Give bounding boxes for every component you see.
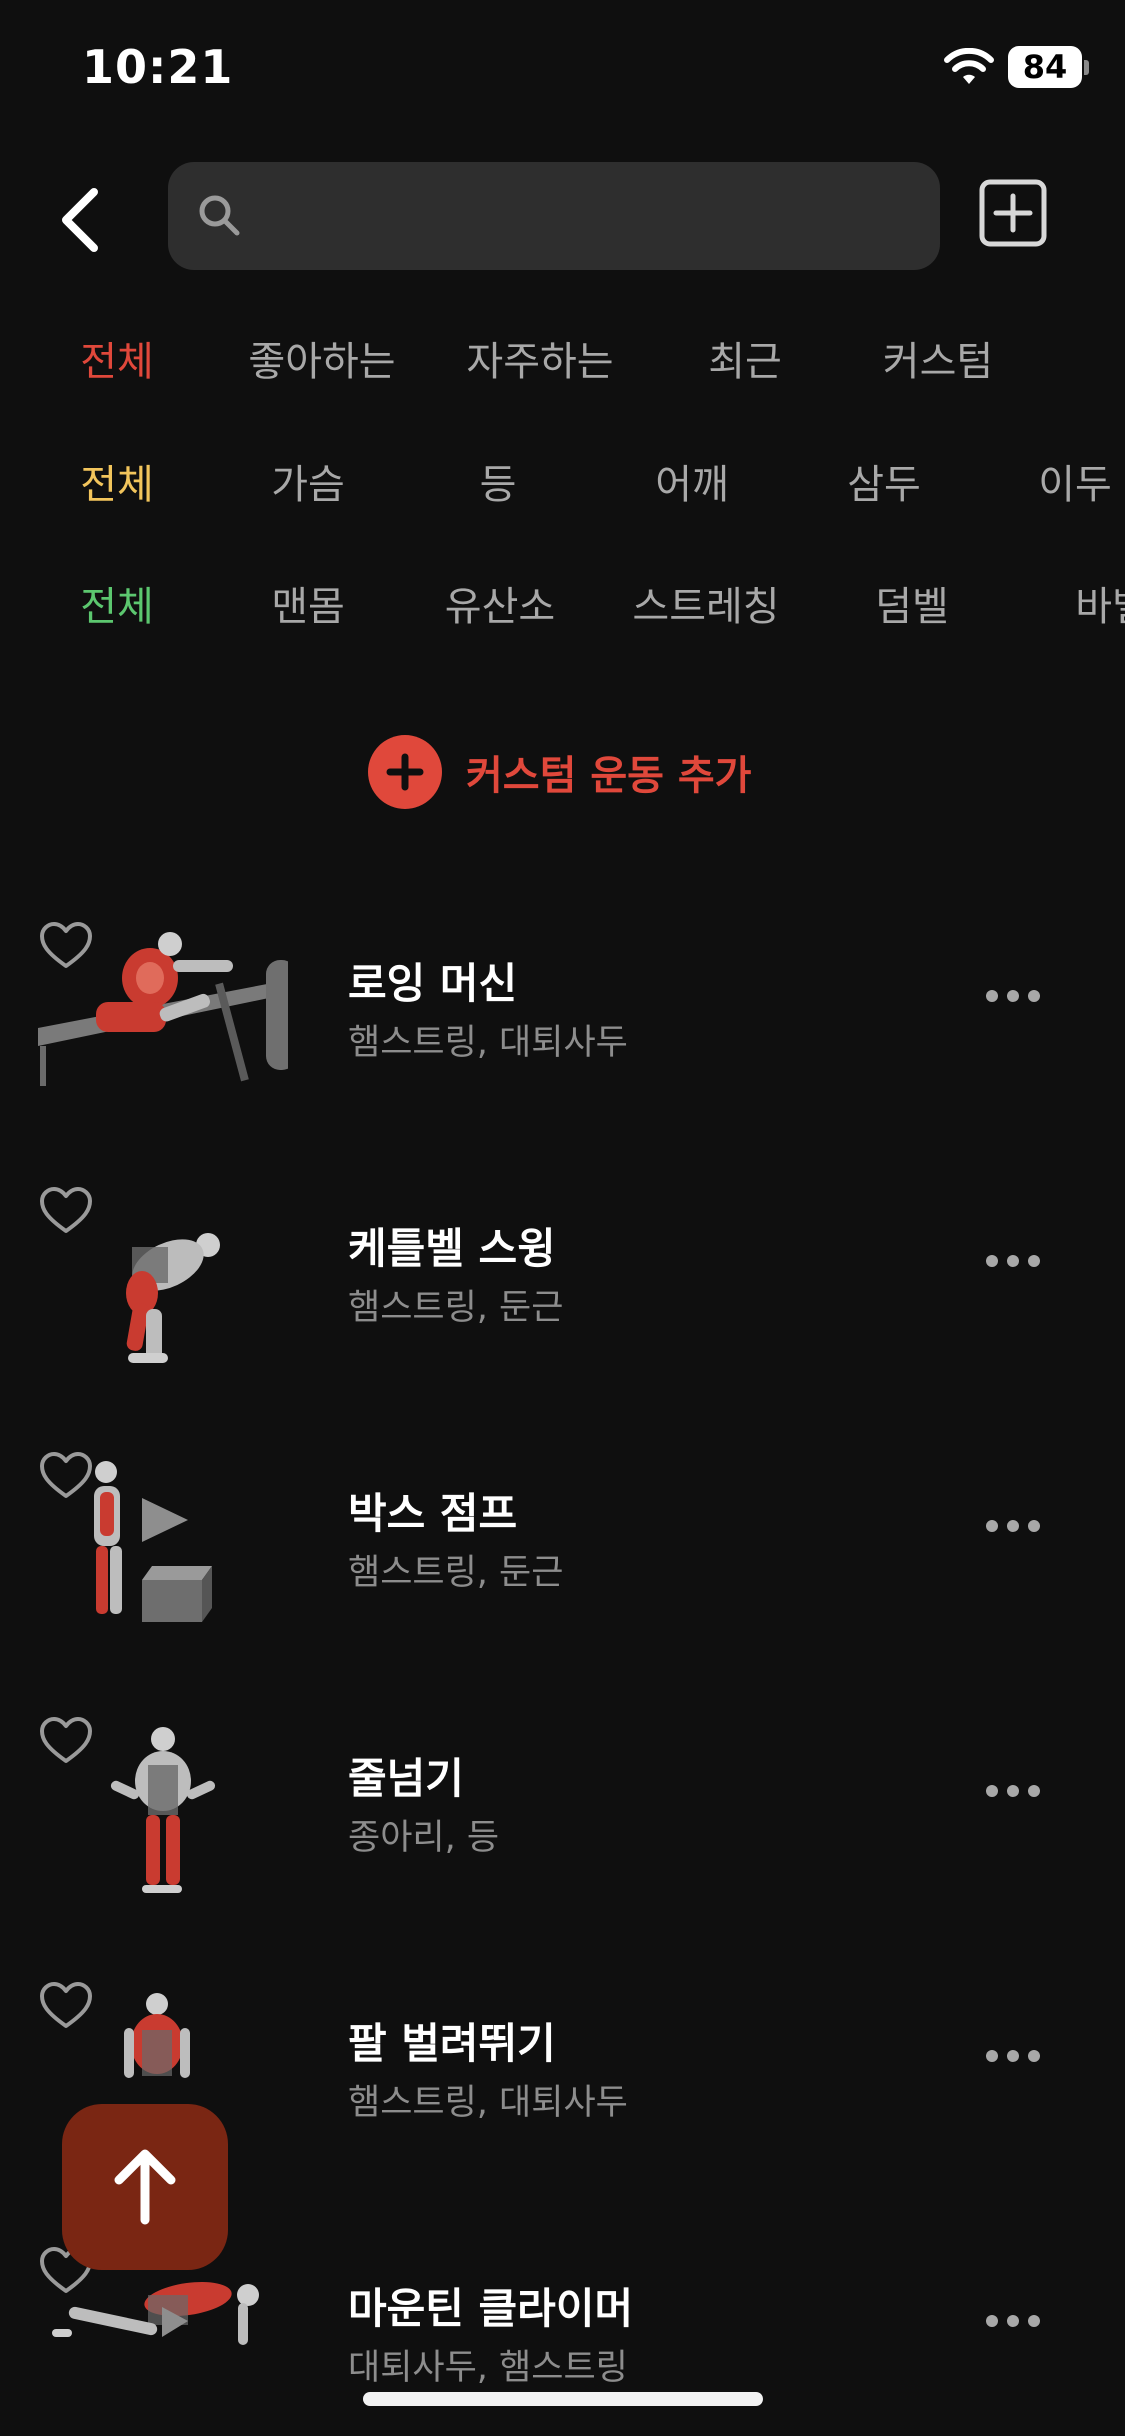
add-custom-exercise-label: 커스텀 운동 추가 — [466, 753, 752, 799]
favorite-heart-icon[interactable] — [38, 1185, 94, 1237]
more-options-icon[interactable] — [984, 1512, 1042, 1540]
filter-chip-all[interactable]: 전체 — [80, 567, 154, 647]
more-options-icon[interactable] — [984, 1777, 1042, 1805]
filter-chip-dumbbell[interactable]: 덤벨 — [875, 567, 949, 647]
list-item[interactable]: 로잉 머신 햄스트링, 대퇴사두 — [0, 920, 1125, 1185]
exercise-muscles: 대퇴사두, 햄스트링 — [348, 2348, 628, 2388]
filter-chip-recent[interactable]: 최근 — [708, 322, 782, 402]
favorite-heart-icon[interactable] — [38, 1980, 94, 2032]
list-item[interactable]: 케틀벨 스윙 햄스트링, 둔근 — [0, 1185, 1125, 1450]
status-time: 10:21 — [82, 40, 234, 94]
filter-chip-barbell[interactable]: 바벨 — [1075, 567, 1125, 647]
plus-circle-icon — [368, 735, 442, 809]
back-button[interactable] — [52, 180, 112, 260]
more-options-icon[interactable] — [984, 2042, 1042, 2070]
filter-chip-shoulders[interactable]: 어깨 — [655, 445, 729, 525]
filter-chip-favorites[interactable]: 좋아하는 — [248, 322, 395, 402]
battery-indicator: 84 — [1008, 46, 1082, 88]
list-item[interactable]: 박스 점프 햄스트링, 둔근 — [0, 1450, 1125, 1715]
exercise-name: 줄넘기 — [348, 1754, 464, 1803]
add-custom-exercise-button[interactable]: 커스텀 운동 추가 — [368, 734, 751, 810]
home-indicator — [363, 2392, 763, 2406]
filter-chip-cardio[interactable]: 유산소 — [445, 567, 555, 647]
list-item[interactable]: 줄넘기 종아리, 등 — [0, 1715, 1125, 1980]
filter-chip-custom[interactable]: 커스텀 — [883, 322, 993, 402]
exercise-muscles: 햄스트링, 대퇴사두 — [348, 1023, 628, 1063]
search-input[interactable] — [260, 182, 910, 250]
scroll-to-top-button[interactable] — [62, 2104, 228, 2270]
exercise-name: 팔 벌려뛰기 — [348, 2019, 556, 2068]
chevron-left-icon — [62, 188, 98, 252]
more-options-icon[interactable] — [984, 982, 1042, 1010]
search-icon — [199, 195, 240, 236]
filter-chip-triceps[interactable]: 삼두 — [847, 445, 921, 525]
filter-chip-bodyweight[interactable]: 맨몸 — [271, 567, 345, 647]
exercise-name: 박스 점프 — [348, 1489, 518, 1538]
filter-chip-all[interactable]: 전체 — [80, 322, 154, 402]
battery-nub — [1084, 60, 1089, 75]
filter-row-equipment: 전체 맨몸 유산소 스트레칭 덤벨 바벨 — [0, 567, 1125, 647]
exercise-name: 로잉 머신 — [348, 959, 518, 1008]
filter-chip-biceps[interactable]: 이두 — [1038, 445, 1112, 525]
filter-row-category: 전체 좋아하는 자주하는 최근 커스텀 — [0, 322, 1125, 402]
battery-level: 84 — [1022, 48, 1068, 86]
exercise-muscles: 햄스트링, 둔근 — [348, 1553, 564, 1593]
filter-chip-back[interactable]: 등 — [480, 445, 517, 525]
favorite-heart-icon[interactable] — [38, 920, 94, 972]
arrow-up-icon — [114, 2149, 176, 2225]
list-item[interactable]: 마운틴 클라이머 대퇴사두, 햄스트링 — [0, 2245, 1125, 2436]
filter-chip-chest[interactable]: 가슴 — [271, 445, 345, 525]
filter-chip-stretching[interactable]: 스트레칭 — [632, 567, 779, 647]
search-bar[interactable] — [168, 162, 940, 270]
exercise-muscles: 햄스트링, 대퇴사두 — [348, 2083, 628, 2123]
favorite-heart-icon[interactable] — [38, 1715, 94, 1767]
exercise-muscles: 햄스트링, 둔근 — [348, 1288, 564, 1328]
exercise-name: 케틀벨 스윙 — [348, 1224, 556, 1273]
exercise-name: 마운틴 클라이머 — [348, 2284, 634, 2333]
exercise-muscles: 종아리, 등 — [348, 1818, 500, 1858]
add-exercise-button[interactable] — [978, 178, 1048, 248]
wifi-icon — [944, 48, 994, 84]
filter-chip-all[interactable]: 전체 — [80, 445, 154, 525]
more-options-icon[interactable] — [984, 2307, 1042, 2335]
favorite-heart-icon[interactable] — [38, 1450, 94, 1502]
filter-row-body-part: 전체 가슴 등 어깨 삼두 이두 — [0, 445, 1125, 525]
filter-chip-frequent[interactable]: 자주하는 — [466, 322, 613, 402]
status-bar: 10:21 84 — [0, 0, 1125, 140]
more-options-icon[interactable] — [984, 1247, 1042, 1275]
